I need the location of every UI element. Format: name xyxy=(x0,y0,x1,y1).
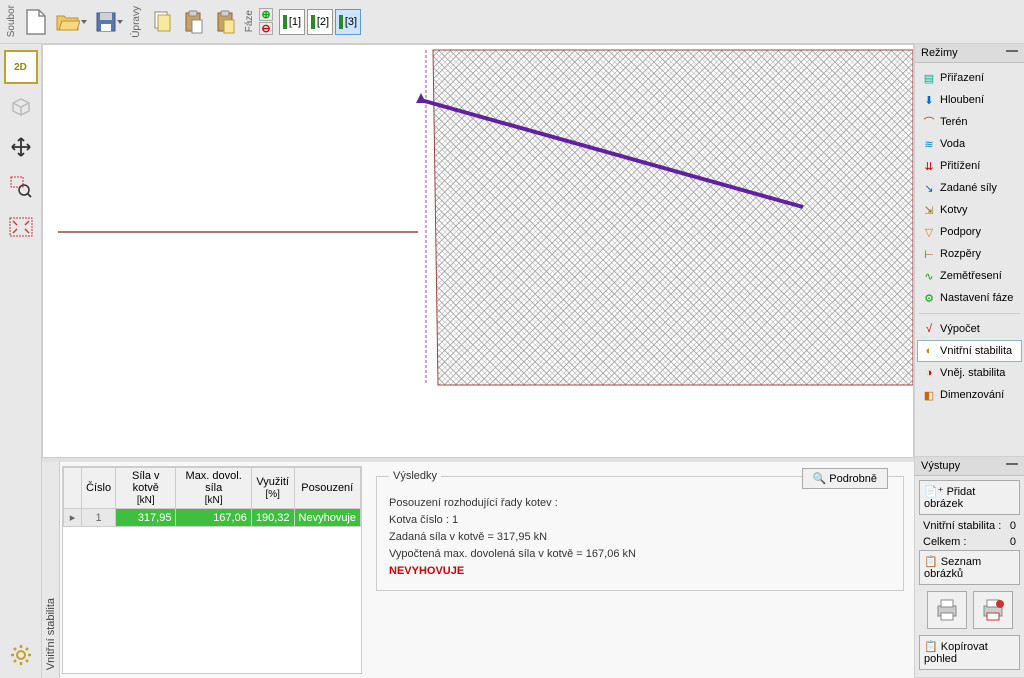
detail-button[interactable]: 🔍 Podrobně xyxy=(802,468,888,489)
mode-supports[interactable]: ▽Podpory xyxy=(917,221,1022,243)
col-num: Číslo xyxy=(82,468,116,509)
col-force: Síla v kotvě[kN] xyxy=(116,468,176,509)
pan-button[interactable] xyxy=(4,130,38,164)
view-2d-button[interactable]: 2D xyxy=(4,50,38,84)
new-file-button[interactable] xyxy=(21,7,51,37)
right-sidebar: Režimy ▤Přiřazení ⬇Hloubení ⌒Terén ≋Voda… xyxy=(914,44,1024,678)
mode-struts[interactable]: ⊢Rozpěry xyxy=(917,243,1022,265)
result-table: Číslo Síla v kotvě[kN] Max. dovol. síla[… xyxy=(62,466,362,674)
phase-2-button[interactable]: [2] xyxy=(307,9,333,35)
add-image-button[interactable]: 📄⁺ Přidat obrázek xyxy=(919,480,1020,515)
zoom-window-button[interactable] xyxy=(4,170,38,204)
paste-special-button[interactable] xyxy=(210,7,240,37)
modes-panel-header: Režimy xyxy=(915,44,1024,63)
mode-earthquake[interactable]: ∿Zemětřesení xyxy=(917,265,1022,287)
mode-forces[interactable]: ↘Zadané síly xyxy=(917,177,1022,199)
modes-list: ▤Přiřazení ⬇Hloubení ⌒Terén ≋Voda ⇊Přití… xyxy=(915,63,1024,410)
mode-terrain[interactable]: ⌒Terén xyxy=(917,111,1022,133)
image-list-button[interactable]: 📋 Seznam obrázků xyxy=(919,550,1020,585)
mode-excavation[interactable]: ⬇Hloubení xyxy=(917,89,1022,111)
minimize-icon[interactable] xyxy=(1006,463,1018,469)
save-button[interactable] xyxy=(91,7,127,37)
mode-calc[interactable]: √Výpočet xyxy=(917,318,1022,340)
table-row[interactable]: ▸ 1 317,95 167,06 190,32 Nevyhovuje xyxy=(64,509,361,527)
remove-phase-button[interactable]: ⊖ xyxy=(259,22,273,35)
file-group-label: Soubor xyxy=(6,5,17,37)
results-panel: 🔍 Podrobně Výsledky Posouzení rozhodujíc… xyxy=(366,462,914,678)
mode-phase-settings[interactable]: ⚙Nastavení fáze xyxy=(917,287,1022,309)
phase-1-button[interactable]: [1] xyxy=(279,9,305,35)
outputs-panel-header: Výstupy xyxy=(915,457,1024,476)
minimize-icon[interactable] xyxy=(1006,50,1018,56)
mode-external-stability[interactable]: ◑Vněj. stabilita xyxy=(917,362,1022,384)
add-phase-button[interactable]: ⊕ xyxy=(259,8,273,21)
phase-3-button[interactable]: [3] xyxy=(335,9,361,35)
left-toolbar: 2D xyxy=(0,44,42,678)
edit-group-label: Úpravy xyxy=(131,6,142,38)
bottom-panel: Vnitřní stabilita Číslo Síla v kotvě[kN]… xyxy=(42,458,914,678)
mode-dimensioning[interactable]: ◧Dimenzování xyxy=(917,384,1022,406)
mode-water[interactable]: ≋Voda xyxy=(917,133,1022,155)
col-assess: Posouzení xyxy=(294,468,361,509)
copy-button[interactable] xyxy=(146,7,176,37)
viewport[interactable] xyxy=(42,44,914,458)
mode-anchors[interactable]: ⇲Kotvy xyxy=(917,199,1022,221)
paste-button[interactable] xyxy=(178,7,208,37)
col-max: Max. dovol. síla[kN] xyxy=(176,468,251,509)
zoom-fit-button[interactable] xyxy=(4,210,38,244)
bottom-tab[interactable]: Vnitřní stabilita xyxy=(42,462,60,678)
copy-view-button[interactable]: 📋 Kopírovat pohled xyxy=(919,635,1020,670)
print-button[interactable] xyxy=(927,591,967,629)
phase-group-label: Fáze xyxy=(244,10,255,32)
settings-button[interactable] xyxy=(4,638,38,672)
mode-internal-stability[interactable]: ◐Vnitřní stabilita xyxy=(917,340,1022,362)
mode-surcharge[interactable]: ⇊Přitížení xyxy=(917,155,1022,177)
view-3d-button[interactable] xyxy=(4,90,38,124)
open-file-button[interactable] xyxy=(53,7,89,37)
top-toolbar: Soubor Úpravy Fáze ⊕ ⊖ [1] [2] xyxy=(0,0,1024,44)
mode-assignment[interactable]: ▤Přiřazení xyxy=(917,67,1022,89)
print-pdf-button[interactable] xyxy=(973,591,1013,629)
col-util: Využití[%] xyxy=(251,468,294,509)
